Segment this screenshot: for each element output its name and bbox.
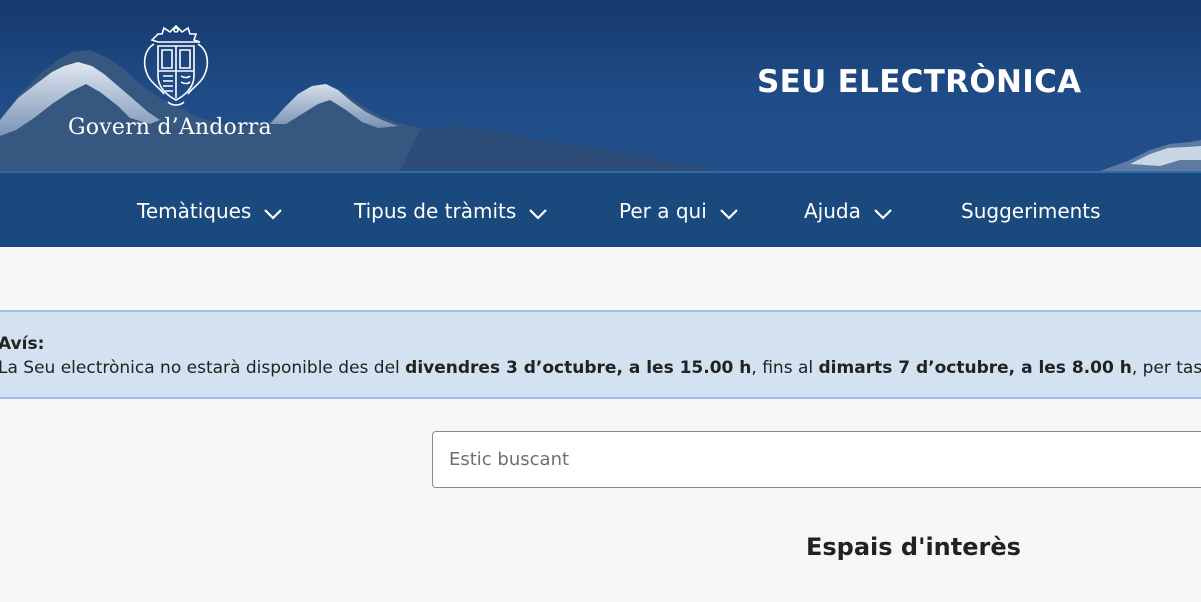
site-title: SEU ELECTRÒNICA — [757, 64, 1082, 100]
notice-start-date: divendres 3 d’octubre, a les 15.00 h — [405, 358, 752, 378]
nav-item-label: Tipus de tràmits — [354, 199, 517, 223]
header-banner: Govern d’Andorra SEU ELECTRÒNICA — [0, 0, 1201, 171]
nav-item-suggeriments[interactable]: Suggeriments — [961, 197, 1101, 225]
notice-text-part: , fins al — [751, 358, 819, 378]
notice-title: Avís: — [0, 334, 45, 354]
nav-item-tipus-de-tramits[interactable]: Tipus de tràmits — [354, 197, 548, 225]
notice-end-date: dimarts 7 d’octubre, a les 8.00 h — [818, 358, 1132, 378]
govern-logo-text: Govern d’Andorra — [68, 115, 272, 140]
nav-item-label: Ajuda — [804, 199, 861, 223]
coat-of-arms-icon — [143, 24, 209, 106]
nav-item-label: Suggeriments — [961, 199, 1101, 223]
chevron-down-icon — [874, 209, 892, 220]
search-input[interactable] — [432, 431, 1201, 488]
nav-item-tematiques[interactable]: Temàtiques — [137, 197, 283, 225]
nav-item-label: Temàtiques — [137, 199, 252, 223]
nav-item-label: Per a qui — [619, 199, 707, 223]
nav-item-ajuda[interactable]: Ajuda — [804, 197, 892, 225]
notice-banner: Avís: La Seu electrònica no estarà dispo… — [0, 310, 1201, 399]
section-title-espais-interes: Espais d'interès — [806, 533, 1021, 561]
notice-text-part: La Seu electrònica no estarà disponible … — [0, 358, 406, 378]
notice-text-part: , per tasq — [1131, 358, 1201, 378]
govern-logo[interactable]: Govern d’Andorra — [68, 24, 284, 144]
nav-item-per-a-qui[interactable]: Per a qui — [619, 197, 738, 225]
chevron-down-icon — [529, 209, 548, 220]
main-navigation: Temàtiques Tipus de tràmits Per a qui Aj… — [0, 171, 1201, 247]
chevron-down-icon — [720, 209, 738, 220]
notice-text: La Seu electrònica no estarà disponible … — [0, 358, 1201, 378]
chevron-down-icon — [264, 209, 283, 220]
